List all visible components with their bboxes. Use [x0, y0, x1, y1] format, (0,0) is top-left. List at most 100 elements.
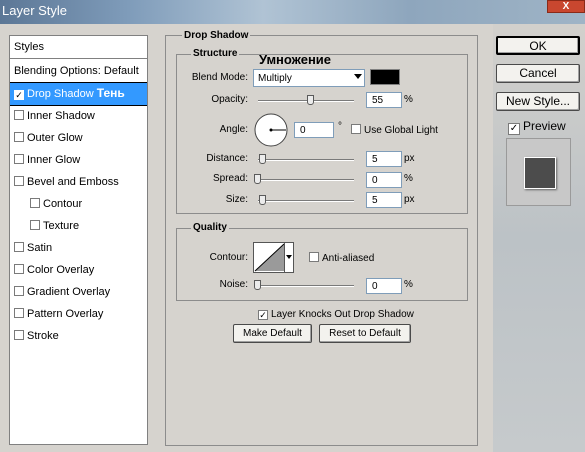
ok-button[interactable]: OK	[496, 36, 580, 55]
styles-item-label: Contour	[43, 198, 83, 210]
spread-unit: %	[404, 173, 413, 184]
styles-item-label: Inner Glow	[27, 154, 81, 166]
cancel-button[interactable]: Cancel	[496, 64, 580, 83]
distance-label: Distance:	[206, 153, 248, 164]
checkbox-box: ✓	[258, 310, 268, 320]
preview-swatch	[524, 157, 556, 189]
styles-item-bevel-emboss[interactable]: Bevel and Emboss	[10, 173, 147, 193]
contour-picker[interactable]	[253, 242, 294, 273]
bevel-emboss-checkbox[interactable]	[14, 176, 24, 186]
divider	[10, 105, 147, 106]
size-label: Size:	[225, 194, 248, 205]
noise-unit: %	[404, 279, 413, 290]
checkbox-box: ✓	[508, 123, 520, 135]
close-button[interactable]: X	[547, 0, 585, 13]
styles-item-outer-glow[interactable]: Outer Glow	[10, 129, 147, 149]
styles-item-label: Stroke	[27, 330, 59, 342]
distance-field[interactable]: 5	[366, 151, 402, 167]
use-global-light-checkbox[interactable]: Use Global Light	[351, 124, 438, 136]
shadow-color-swatch[interactable]	[370, 69, 400, 85]
spread-slider-thumb[interactable]	[254, 174, 261, 184]
styles-item-label: Texture	[43, 220, 80, 232]
preview-label: Preview	[523, 119, 566, 133]
styles-item-blending-options[interactable]: Blending Options: Default	[10, 62, 147, 82]
styles-item-texture[interactable]: Texture	[10, 217, 147, 237]
opacity-unit: %	[404, 94, 413, 105]
close-icon: X	[562, 1, 570, 12]
window-title: Layer Style	[2, 3, 68, 18]
title-bar	[0, 0, 585, 24]
styles-item-inner-shadow[interactable]: Inner Shadow	[10, 107, 147, 127]
distance-slider-track[interactable]	[258, 159, 354, 161]
styles-item-color-overlay[interactable]: Color Overlay	[10, 261, 147, 281]
knocks-out-checkbox[interactable]: ✓ Layer Knocks Out Drop Shadow	[258, 308, 414, 320]
chevron-down-icon	[354, 74, 362, 79]
styles-item-drop-shadow[interactable]: ✓ Drop Shadow Тень	[10, 83, 147, 105]
size-slider-track[interactable]	[258, 200, 354, 202]
noise-slider-track[interactable]	[258, 285, 354, 287]
angle-field[interactable]: 0	[294, 122, 334, 138]
noise-label: Noise:	[219, 279, 248, 290]
noise-field[interactable]: 0	[366, 278, 402, 294]
blend-mode-annotation: Умножение	[259, 52, 332, 67]
opacity-field[interactable]: 55	[366, 92, 402, 108]
contour-preview-icon	[254, 243, 285, 272]
drop-shadow-title: Drop Shadow	[182, 30, 251, 41]
opacity-slider-track[interactable]	[258, 100, 354, 102]
spread-slider-track[interactable]	[258, 179, 354, 181]
distance-unit: px	[404, 153, 415, 164]
inner-glow-checkbox[interactable]	[14, 154, 24, 164]
angle-dial[interactable]	[253, 112, 289, 148]
reset-to-default-button[interactable]: Reset to Default	[319, 324, 411, 343]
blend-mode-value: Multiply	[258, 73, 292, 84]
contour-checkbox[interactable]	[30, 198, 40, 208]
size-unit: px	[404, 194, 415, 205]
anti-aliased-label: Anti-aliased	[322, 253, 375, 264]
stroke-checkbox[interactable]	[14, 330, 24, 340]
contour-divider	[284, 243, 285, 272]
styles-item-pattern-overlay[interactable]: Pattern Overlay	[10, 305, 147, 325]
styles-item-label: Color Overlay	[27, 264, 95, 276]
styles-item-gradient-overlay[interactable]: Gradient Overlay	[10, 283, 147, 303]
new-style-button[interactable]: New Style...	[496, 92, 580, 111]
satin-checkbox[interactable]	[14, 242, 24, 252]
size-field[interactable]: 5	[366, 192, 402, 208]
styles-item-contour[interactable]: Contour	[10, 195, 147, 215]
spread-field[interactable]: 0	[366, 172, 402, 188]
drop-shadow-annotation: Тень	[96, 86, 125, 100]
quality-title: Quality	[191, 222, 229, 233]
distance-slider-thumb[interactable]	[259, 154, 266, 164]
outer-glow-checkbox[interactable]	[14, 132, 24, 142]
styles-item-label: Bevel and Emboss	[27, 176, 119, 188]
structure-title: Structure	[191, 48, 240, 59]
knocks-out-label: Layer Knocks Out Drop Shadow	[271, 309, 414, 320]
styles-item-label: Inner Shadow	[27, 110, 95, 122]
pattern-overlay-checkbox[interactable]	[14, 308, 24, 318]
noise-slider-thumb[interactable]	[254, 280, 261, 290]
anti-aliased-checkbox[interactable]: Anti-aliased	[309, 252, 374, 264]
texture-checkbox[interactable]	[30, 220, 40, 230]
inner-shadow-checkbox[interactable]	[14, 110, 24, 120]
chevron-down-icon	[286, 255, 292, 259]
styles-item-satin[interactable]: Satin	[10, 239, 147, 259]
preview-checkbox[interactable]: ✓ Preview	[508, 119, 566, 135]
opacity-label: Opacity:	[211, 94, 248, 105]
gradient-overlay-checkbox[interactable]	[14, 286, 24, 296]
checkbox-box	[309, 252, 319, 262]
background-strip	[493, 24, 585, 452]
color-overlay-checkbox[interactable]	[14, 264, 24, 274]
styles-header[interactable]: Styles	[10, 36, 147, 59]
styles-item-label: Pattern Overlay	[27, 308, 104, 320]
blend-mode-select[interactable]: Multiply	[253, 69, 365, 87]
styles-list: Styles Blending Options: Default ✓ Drop S…	[9, 35, 148, 445]
spread-label: Spread:	[212, 173, 248, 184]
styles-item-inner-glow[interactable]: Inner Glow	[10, 151, 147, 171]
style-preview	[506, 138, 571, 206]
drop-shadow-checkbox[interactable]: ✓	[14, 90, 24, 100]
opacity-slider-thumb[interactable]	[307, 95, 314, 105]
contour-label: Contour:	[209, 252, 248, 263]
styles-item-label: Drop Shadow	[27, 88, 94, 100]
make-default-button[interactable]: Make Default	[233, 324, 312, 343]
styles-item-stroke[interactable]: Stroke	[10, 327, 147, 347]
size-slider-thumb[interactable]	[259, 195, 266, 205]
